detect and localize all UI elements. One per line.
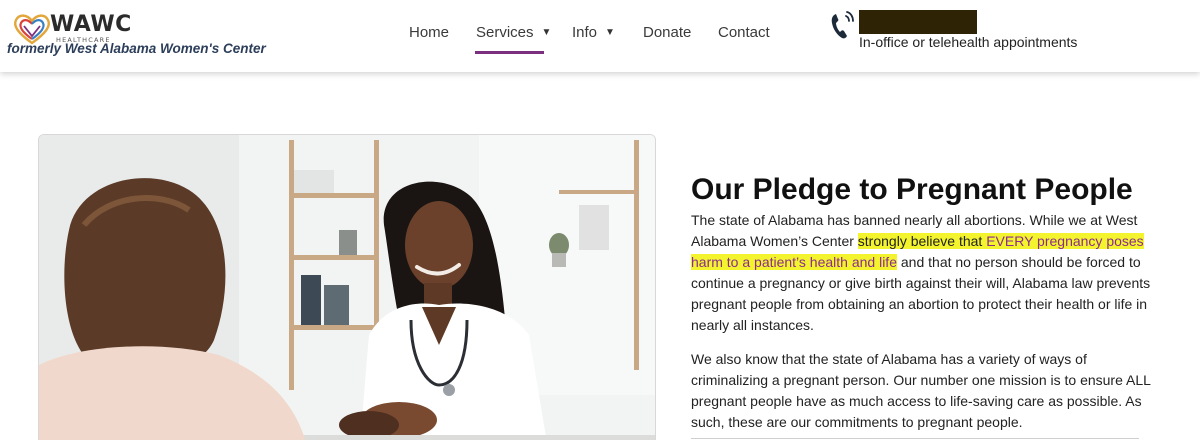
highlighted-text: strongly believe that (857, 233, 987, 249)
nav-contact-label: Contact (718, 24, 770, 41)
nav-active-indicator (475, 51, 544, 54)
section-divider (691, 438, 1139, 439)
pledge-paragraph-2: We also know that the state of Alabama h… (691, 351, 1151, 430)
nav-donate-label: Donate (643, 24, 692, 41)
nav-home[interactable]: Home (409, 24, 449, 41)
phone-number-redacted (859, 10, 977, 34)
doctor-consultation-photo (38, 134, 656, 440)
nav-contact[interactable]: Contact (718, 24, 770, 41)
consultation-illustration (39, 135, 655, 440)
pledge-section: Our Pledge to Pregnant People The state … (691, 170, 1161, 433)
nav-info[interactable]: Info ▼ (572, 24, 615, 41)
site-header: WAWC HEALTHCARE formerly West Alabama Wo… (0, 0, 1200, 72)
pledge-paragraph-1: The state of Alabama has banned nearly a… (691, 210, 1161, 336)
caret-down-icon: ▼ (605, 27, 615, 38)
logo-brand-text: WAWC (50, 12, 132, 37)
nav-donate[interactable]: Donate (643, 24, 691, 41)
caret-down-icon: ▼ (541, 27, 552, 38)
site-logo[interactable]: WAWC HEALTHCARE formerly West Alabama Wo… (7, 8, 266, 60)
nav-home-label: Home (409, 24, 450, 41)
phone-ringing-icon[interactable] (830, 10, 856, 40)
logo-formerly-text: formerly West Alabama Women's Center (7, 41, 266, 56)
nav-info-label: Info (572, 24, 598, 41)
appointment-subtext: In-office or telehealth appointments (859, 34, 1078, 50)
nav-services[interactable]: Services ▼ (476, 24, 551, 41)
page-title: Our Pledge to Pregnant People (691, 173, 1133, 206)
nav-services-label: Services (476, 24, 534, 41)
